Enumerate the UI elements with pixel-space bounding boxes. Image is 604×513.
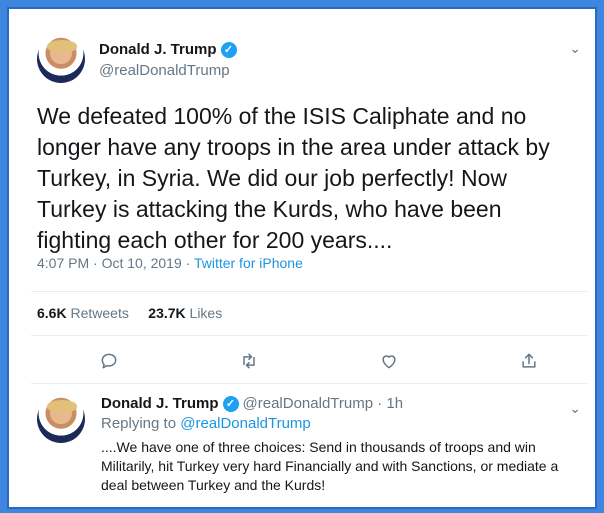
like-button[interactable] [375,347,403,375]
author-name[interactable]: Donald J. Trump [99,41,217,58]
reply-name-group: Donald J. Trump ✓ @realDonaldTrump · 1h [101,395,403,412]
reply-author-name[interactable]: Donald J. Trump [101,395,219,412]
divider [31,335,587,336]
avatar[interactable] [37,35,85,83]
likes-count: 23.7K [148,305,186,321]
reply-icon [101,353,117,369]
retweets-count: 6.6K [37,305,67,321]
reply-handle-time[interactable]: @realDonaldTrump · 1h [243,395,404,412]
engagement-stats: 6.6K Retweets 23.7K Likes [37,305,222,321]
tweet-timestamp[interactable]: 4:07 PM · Oct 10, 2019 · [37,255,194,271]
likes-stat[interactable]: 23.7K Likes [148,305,222,321]
reply-author-row: Donald J. Trump ✓ @realDonaldTrump · 1h [101,395,403,413]
replying-to-line: Replying to @realDonaldTrump [101,415,311,432]
tweet-source-link[interactable]: Twitter for iPhone [194,255,303,271]
action-bar [17,347,587,375]
image-frame: Donald J. Trump ✓ @realDonaldTrump ⌄ We … [9,9,595,507]
share-button[interactable] [515,347,543,375]
tweet-metadata: 4:07 PM · Oct 10, 2019 · Twitter for iPh… [37,255,303,271]
tweet-card: Donald J. Trump ✓ @realDonaldTrump ⌄ We … [17,17,587,499]
verified-badge-icon: ✓ [222,395,239,412]
retweets-stat[interactable]: 6.6K Retweets [37,305,129,321]
author-handle[interactable]: @realDonaldTrump [99,62,230,79]
chevron-down-icon[interactable]: ⌄ [569,401,581,415]
retweet-icon [243,353,255,369]
tweet-text: We defeated 100% of the ISIS Caliphate a… [37,103,550,253]
retweets-label: Retweets [70,305,129,321]
replying-to-link[interactable]: @realDonaldTrump [180,415,311,432]
reply-avatar[interactable] [37,395,85,443]
retweet-button[interactable] [235,347,263,375]
reply-button[interactable] [95,347,123,375]
likes-label: Likes [189,305,223,321]
replying-to-prefix: Replying to [101,415,181,432]
like-icon [382,355,396,369]
divider [31,291,587,292]
reply-text: ....We have one of three choices: Send i… [101,439,559,493]
divider [31,383,587,384]
chevron-down-icon[interactable]: ⌄ [569,41,581,55]
author-row: Donald J. Trump ✓ [99,41,237,58]
verified-badge-icon: ✓ [220,41,237,58]
share-icon [522,353,536,368]
